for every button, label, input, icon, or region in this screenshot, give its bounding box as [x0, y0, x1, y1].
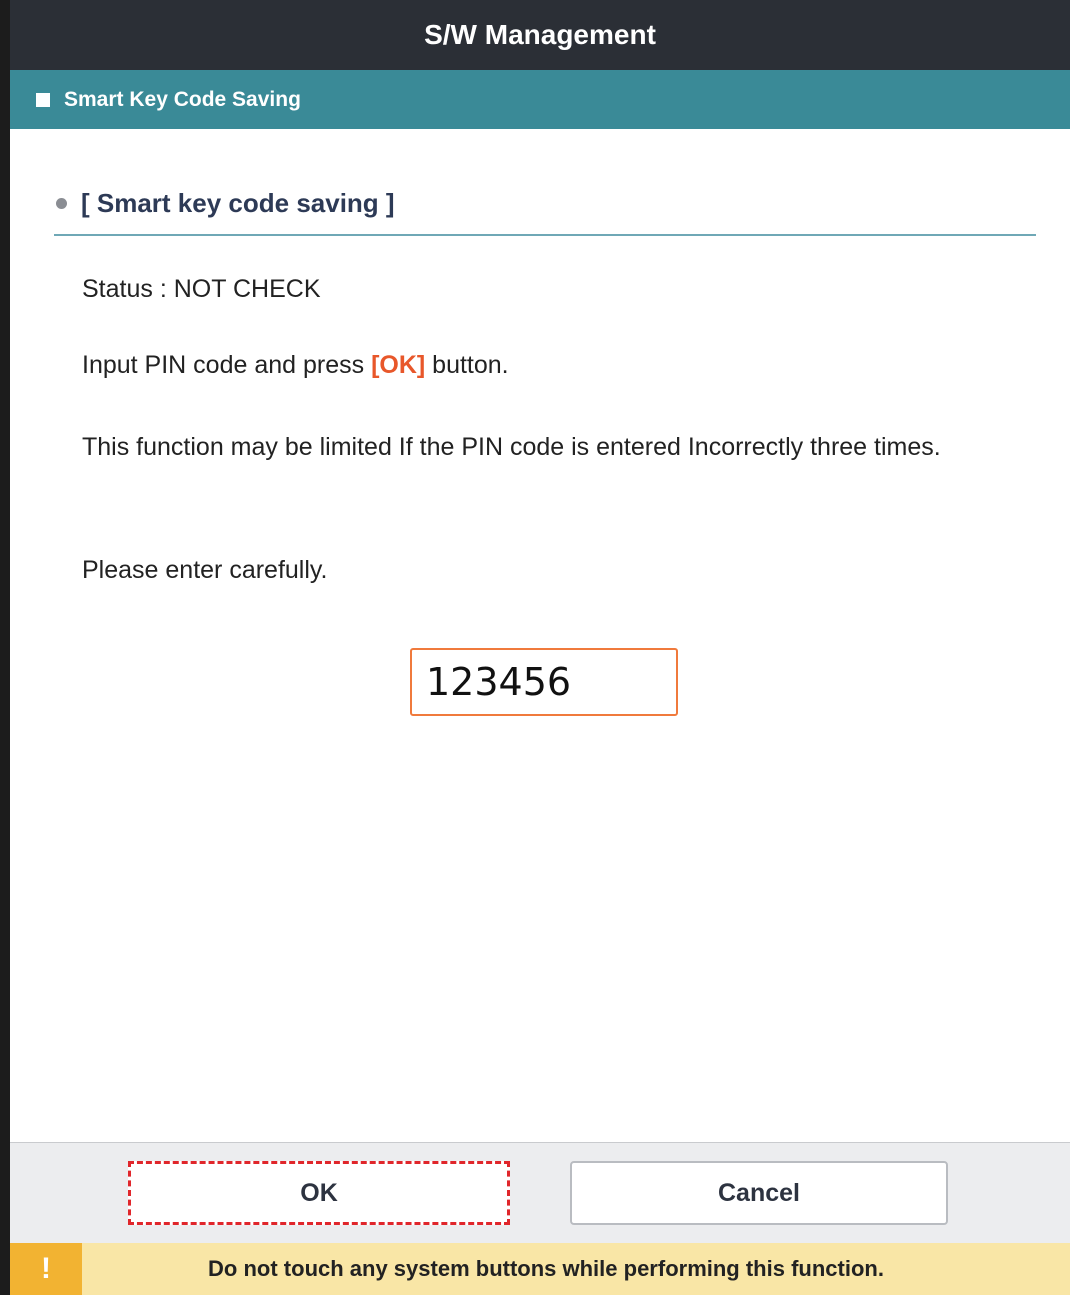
instruction-suffix: button. — [425, 351, 509, 379]
warning-icon-glyph: ! — [41, 1252, 51, 1285]
warning-footer: ! Do not touch any system buttons while … — [10, 1243, 1070, 1295]
sub-header-bar: Smart Key Code Saving — [10, 70, 1070, 129]
sub-header-label: Smart Key Code Saving — [64, 87, 301, 111]
warning-icon: ! — [10, 1243, 82, 1295]
limit-warning-text: This function may be limited If the PIN … — [82, 433, 941, 461]
title-bar: S/W Management — [10, 0, 1070, 70]
square-bullet-icon — [36, 92, 50, 107]
app-window: S/W Management Smart Key Code Saving [ S… — [0, 0, 1070, 1295]
button-bar: OK Cancel — [10, 1142, 1070, 1243]
ok-button-label: OK — [300, 1178, 338, 1207]
window-title: S/W Management — [424, 19, 656, 50]
cancel-button-label: Cancel — [718, 1178, 800, 1207]
instruction-prefix: Input PIN code and press — [82, 351, 372, 379]
warning-message: Do not touch any system buttons while pe… — [208, 1256, 884, 1281]
cancel-button[interactable]: Cancel — [570, 1161, 948, 1225]
section-title: [ Smart key code saving ] — [81, 187, 395, 218]
instruction-ok-highlight: [OK] — [371, 351, 426, 379]
pin-code-input[interactable] — [410, 648, 678, 716]
instruction-text: Input PIN code and press [OK] button. — [82, 344, 509, 386]
status-text: Status : NOT CHECK — [82, 275, 321, 303]
caution-text: Please enter carefully. — [82, 556, 328, 584]
ok-button[interactable]: OK — [128, 1161, 510, 1225]
section-header: [ Smart key code saving ] — [54, 180, 1036, 236]
dot-bullet-icon — [56, 197, 67, 209]
